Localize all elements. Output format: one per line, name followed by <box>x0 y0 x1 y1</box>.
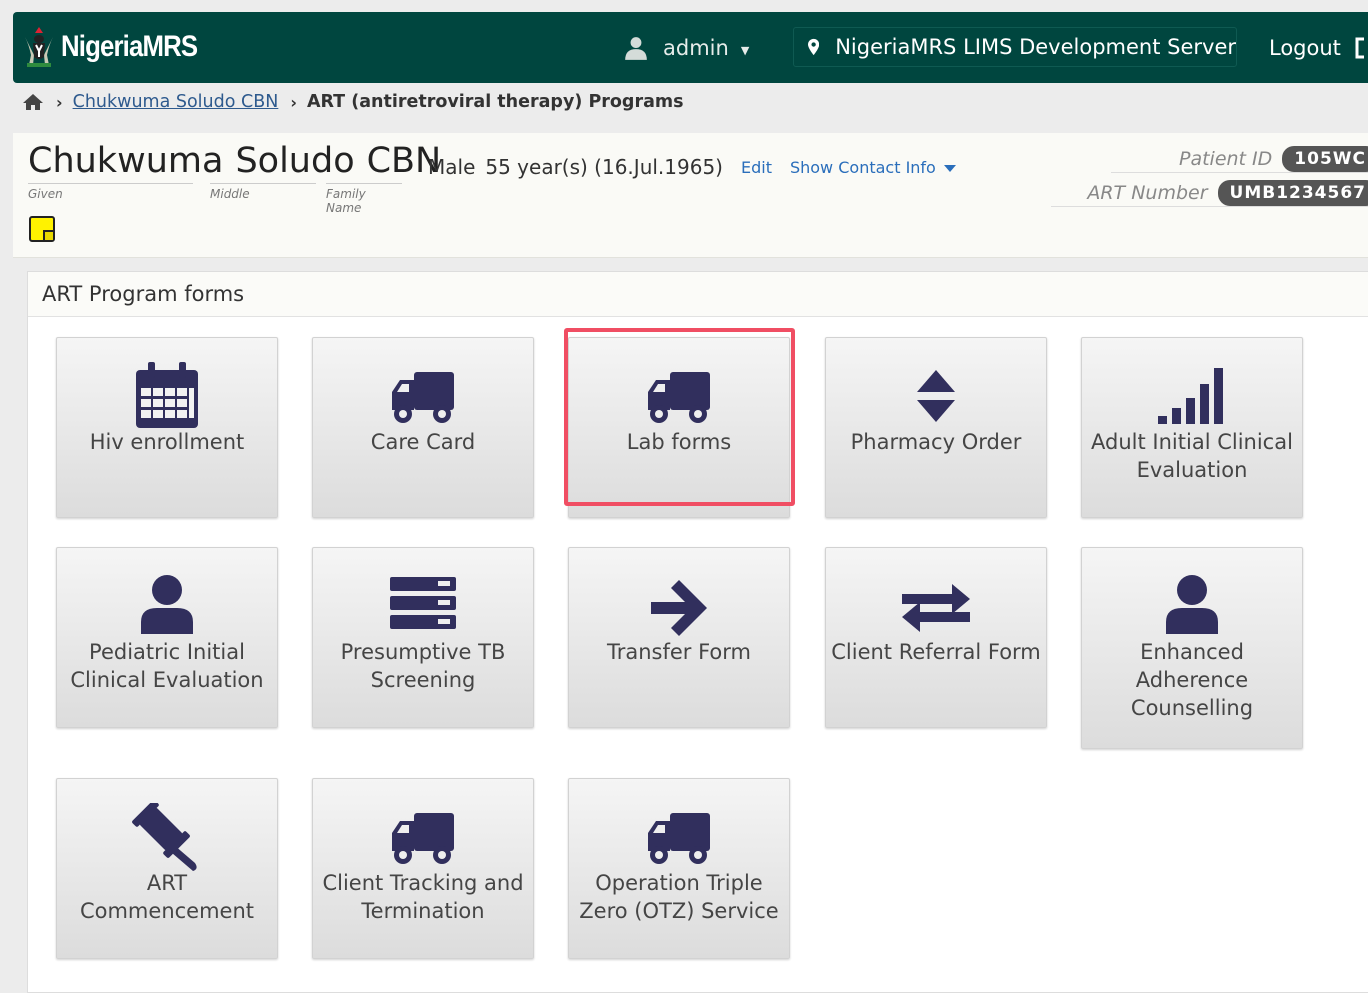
exchange-icon <box>902 584 970 632</box>
truck-icon <box>648 372 710 423</box>
top-navbar: NigeriaMRS admin ▼ NigeriaMRS LIMS Devel… <box>13 12 1368 83</box>
sticky-note-icon[interactable] <box>29 216 55 242</box>
tile-label: Pharmacy Order <box>850 430 1022 454</box>
panel-heading: ART Program forms <box>28 272 1368 317</box>
location-name: NigeriaMRS LIMS Development Server <box>835 35 1236 59</box>
tile-adult-initial-clinical-evaluation[interactable]: Adult Initial Clinical Evaluation <box>1081 337 1303 518</box>
logo[interactable]: NigeriaMRS <box>21 24 219 70</box>
sign-out-icon <box>1355 37 1364 59</box>
show-contact-info-link[interactable]: Show Contact Info <box>790 158 956 177</box>
divider <box>1051 206 1368 207</box>
middle-label: Middle <box>210 183 316 201</box>
map-marker-icon <box>808 38 820 56</box>
patient-name: Chukwuma Soludo CBN <box>28 141 453 181</box>
user-menu[interactable]: admin ▼ <box>623 30 749 66</box>
patient-demographics: Male 55 year(s) (16.Jul.1965) Edit Show … <box>428 155 956 179</box>
tile-label: Adult Initial Clinical Evaluation <box>1091 430 1293 482</box>
logo-text: NigeriaMRS <box>61 30 198 63</box>
tile-label: Presumptive TB Screening <box>340 640 506 692</box>
tile-operation-triple-zero-otz-service[interactable]: Operation Triple Zero (OTZ) Service <box>568 778 790 959</box>
patient-id-row: Patient ID 105WC <box>1179 146 1368 172</box>
given-name: Chukwuma <box>28 141 224 181</box>
tile-client-referral-form[interactable]: Client Referral Form <box>825 547 1047 728</box>
patient-id-label: Patient ID <box>1178 148 1273 170</box>
arrow-right-icon <box>651 580 707 636</box>
sort-icon <box>917 370 955 422</box>
patient-id-badge: 105WC <box>1282 146 1368 172</box>
tile-label: Client Referral Form <box>831 640 1041 664</box>
tile-pharmacy-order[interactable]: Pharmacy Order <box>825 337 1047 518</box>
chevron-right-icon: › <box>56 92 63 112</box>
art-number-row: ART Number UMB1234567 <box>1087 180 1368 206</box>
tile-art-commencement[interactable]: ART Commencement <box>56 778 278 959</box>
chevron-right-icon: › <box>290 92 297 112</box>
tile-pediatric-initial-clinical-evaluation[interactable]: Pediatric Initial Clinical Evaluation <box>56 547 278 728</box>
given-label: Given <box>28 183 193 201</box>
edit-link[interactable]: Edit <box>741 158 772 177</box>
tile-label: Hiv enrollment <box>89 430 245 454</box>
user-name: admin <box>663 36 729 60</box>
tile-care-card[interactable]: Care Card <box>312 337 534 518</box>
tile-label: Client Tracking and Termination <box>322 871 524 923</box>
panel-title: ART Program forms <box>42 282 245 306</box>
breadcrumb-patient-link[interactable]: Chukwuma Soludo CBN <box>73 92 279 112</box>
tile-transfer-form[interactable]: Transfer Form <box>568 547 790 728</box>
home-icon[interactable] <box>22 93 44 111</box>
gavel-icon <box>132 803 197 871</box>
tile-label: ART Commencement <box>79 871 255 923</box>
divider <box>1111 172 1368 173</box>
logout-label: Logout <box>1269 36 1341 60</box>
tile-label: Care Card <box>370 430 476 454</box>
coat-of-arms-icon <box>25 27 53 67</box>
tile-client-tracking-and-termination[interactable]: Client Tracking and Termination <box>312 778 534 959</box>
show-contact-label: Show Contact Info <box>789 157 936 177</box>
breadcrumb-current: ART (antiretroviral therapy) Programs <box>306 92 684 112</box>
patient-header: Chukwuma Soludo CBN Given Middle Family … <box>13 133 1368 258</box>
middle-name: Soludo <box>235 141 355 181</box>
user-icon <box>625 37 647 60</box>
server-icon <box>390 577 456 629</box>
truck-icon <box>648 813 710 864</box>
user-icon <box>141 575 193 634</box>
art-number-badge: UMB1234567 <box>1217 180 1368 206</box>
user-icon <box>1166 575 1218 634</box>
signal-icon <box>1158 368 1223 424</box>
tile-hiv-enrollment[interactable]: Hiv enrollment <box>56 337 278 518</box>
art-number-label: ART Number <box>1087 182 1208 204</box>
breadcrumb: › Chukwuma Soludo CBN › ART (antiretrovi… <box>22 88 684 116</box>
location-selector[interactable]: NigeriaMRS LIMS Development Server <box>793 27 1237 67</box>
tile-presumptive-tb-screening[interactable]: Presumptive TB Screening <box>312 547 534 728</box>
tile-label: Enhanced Adherence Counselling <box>1130 640 1254 720</box>
tile-enhanced-adherence-counselling[interactable]: Enhanced Adherence Counselling <box>1081 547 1303 749</box>
logout-button[interactable]: Logout <box>1269 30 1368 66</box>
tile-label: Lab forms <box>626 430 732 454</box>
truck-icon <box>392 372 454 423</box>
tile-label: Operation Triple Zero (OTZ) Service <box>579 871 779 923</box>
patient-gender: Male <box>428 155 476 179</box>
tile-label: Transfer Form <box>606 640 752 664</box>
tile-label: Pediatric Initial Clinical Evaluation <box>70 640 264 692</box>
caret-down-icon <box>943 164 956 172</box>
caret-down-icon: ▼ <box>740 43 750 57</box>
truck-icon <box>392 813 454 864</box>
tile-lab-forms[interactable]: Lab forms <box>568 337 790 518</box>
calendar-icon <box>136 362 198 428</box>
family-label: Family Name <box>326 183 402 215</box>
patient-age: 55 year(s) (16.Jul.1965) <box>485 155 723 179</box>
